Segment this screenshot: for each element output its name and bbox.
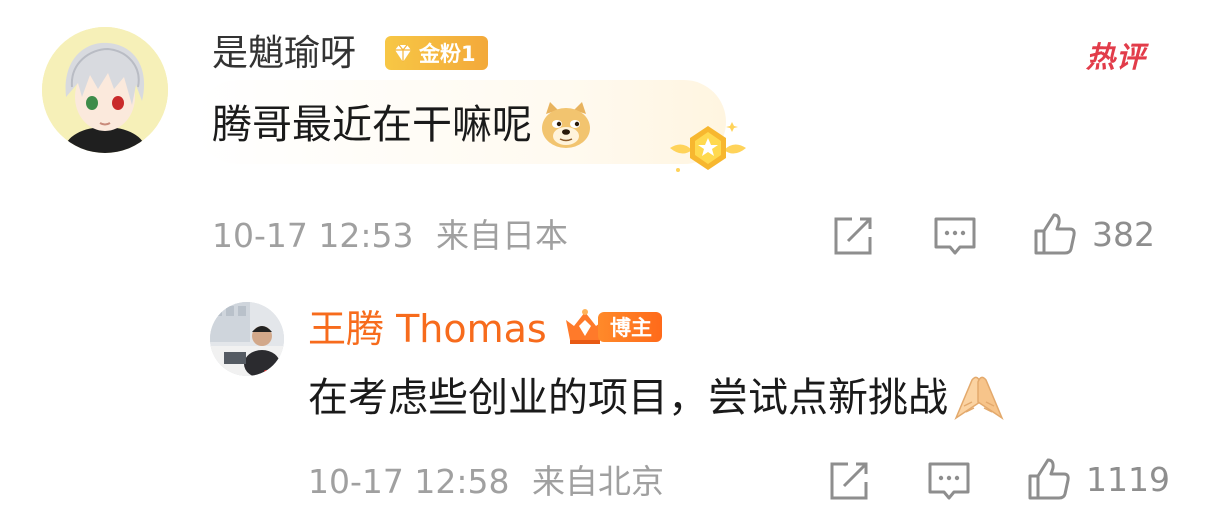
timestamp: 10-17 12:53 bbox=[212, 216, 414, 255]
blogger-badge: 博主 bbox=[562, 306, 662, 348]
doge-emoji-icon bbox=[542, 102, 590, 148]
reply-like-count: 1119 bbox=[1086, 459, 1170, 499]
comment-text: 腾哥最近在干嘛呢 bbox=[212, 99, 594, 151]
hot-comment-tag: 热评 bbox=[1086, 40, 1147, 74]
comment-body: 腾哥最近在干嘛呢 bbox=[212, 102, 532, 148]
comment-meta: 10-17 12:53 来自日本 bbox=[212, 214, 568, 258]
avatar[interactable] bbox=[42, 27, 168, 153]
share-button[interactable] bbox=[830, 213, 876, 259]
like-icon bbox=[1028, 458, 1070, 500]
fan-badge-label: 金粉1 bbox=[419, 42, 476, 66]
comment-icon bbox=[928, 462, 970, 500]
reply-text: 在考虑些创业的项目，尝试点新挑战 bbox=[308, 372, 1008, 424]
username[interactable]: 是魈瑜呀 bbox=[212, 31, 356, 77]
share-icon bbox=[834, 217, 872, 255]
diamond-icon bbox=[395, 44, 411, 62]
reply-share-button[interactable] bbox=[826, 458, 872, 504]
fan-level-badge[interactable]: 金粉1 bbox=[385, 36, 488, 70]
like-icon bbox=[1034, 213, 1076, 255]
reply-button[interactable] bbox=[932, 213, 978, 259]
like-count: 382 bbox=[1092, 214, 1155, 254]
gold-fan-decoration-icon bbox=[670, 122, 746, 172]
pressed-palms-emoji-icon bbox=[954, 376, 1004, 421]
reply-location: 来自北京 bbox=[531, 462, 664, 501]
reply-body: 在考虑些创业的项目，尝试点新挑战 bbox=[308, 375, 948, 421]
reply-timestamp: 10-17 12:58 bbox=[308, 462, 510, 501]
location: 来自日本 bbox=[435, 216, 568, 255]
reply-avatar[interactable] bbox=[210, 302, 284, 376]
reply-comment-button[interactable] bbox=[926, 458, 972, 504]
reply-like-button[interactable]: 1119 bbox=[1026, 456, 1170, 502]
blogger-label: 博主 bbox=[598, 312, 662, 342]
share-icon bbox=[830, 462, 868, 500]
like-button[interactable]: 382 bbox=[1032, 211, 1155, 257]
reply-username[interactable]: 王腾 Thomas bbox=[308, 305, 547, 353]
comment-icon bbox=[934, 217, 976, 255]
reply-meta: 10-17 12:58 来自北京 bbox=[308, 460, 664, 504]
